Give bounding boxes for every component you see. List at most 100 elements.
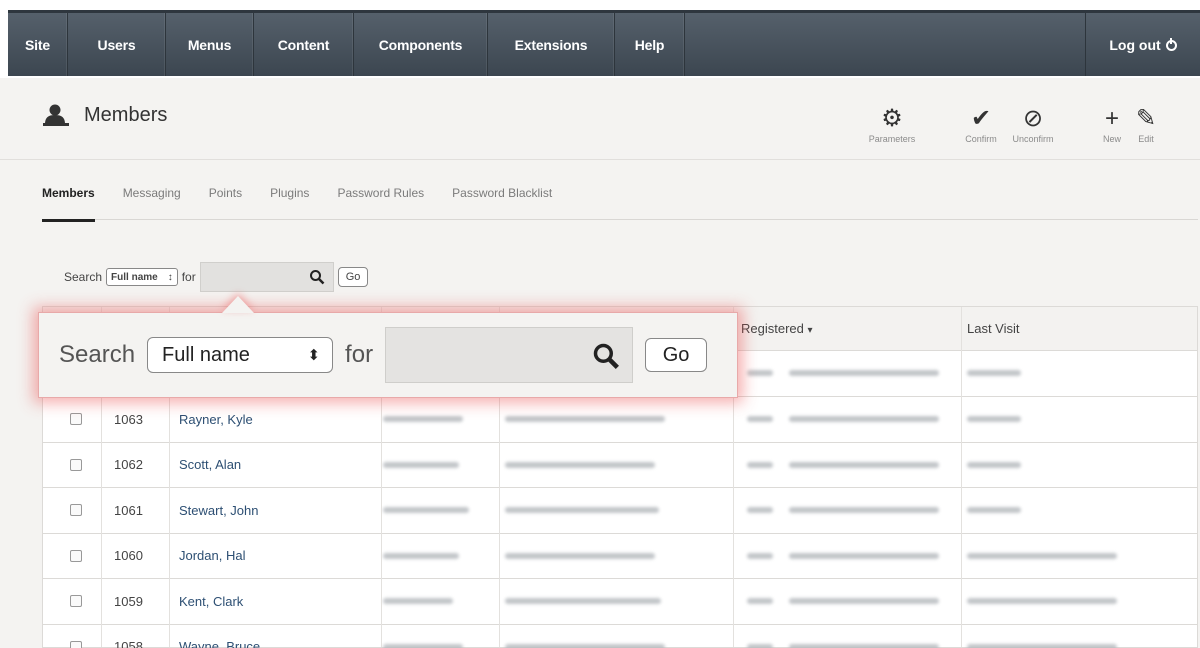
blurred-value [789, 552, 939, 559]
row-id: 1062 [114, 457, 143, 473]
row-name-link[interactable]: Rayner, Kyle [179, 397, 253, 442]
gear-icon: ⚙ [881, 105, 903, 132]
blurred-value [383, 416, 463, 423]
blurred-value [789, 461, 939, 468]
top-bar: Site Users Menus Content Components Exte… [0, 0, 1200, 78]
go-button[interactable]: Go [337, 267, 369, 287]
zoomed-search-form: Search Full name ⬍ for Go [59, 327, 708, 383]
search-icon [593, 343, 620, 369]
ban-icon: ⊘ [1022, 105, 1044, 132]
tab-messaging[interactable]: Messaging [123, 186, 181, 220]
search-input[interactable] [199, 262, 334, 292]
tab-password-rules[interactable]: Password Rules [337, 186, 424, 220]
pencil-icon: ✎ [1135, 105, 1157, 132]
user-icon [43, 104, 69, 126]
search-form: Search Full name ↕ for Go [64, 262, 369, 292]
zoomed-search-field-select[interactable]: Full name ⬍ [147, 337, 334, 373]
confirm-button[interactable]: ✔ Confirm [960, 104, 1002, 144]
blurred-value [747, 461, 773, 468]
for-label: for [181, 270, 196, 284]
blurred-value [505, 507, 659, 514]
row-checkbox[interactable] [70, 413, 82, 426]
row-id: 1058 [114, 639, 143, 648]
nav-item-menus[interactable]: Menus [166, 13, 254, 76]
tab-points[interactable]: Points [209, 186, 242, 220]
select-arrows-icon: ⬍ [307, 347, 321, 364]
search-field-select[interactable]: Full name ↕ [106, 268, 178, 286]
plus-icon: + [1104, 105, 1119, 132]
logout-button[interactable]: Log out [1086, 13, 1200, 76]
row-checkbox[interactable] [70, 458, 82, 471]
nav-item-components[interactable]: Components [354, 13, 488, 76]
row-checkbox[interactable] [70, 504, 82, 517]
blurred-value [383, 507, 469, 514]
zoomed-search-label: Search [59, 341, 136, 368]
table-row[interactable]: 1060 Jordan, Hal [43, 534, 1197, 579]
tab-plugins[interactable]: Plugins [270, 186, 309, 220]
tab-password-blacklist[interactable]: Password Blacklist [452, 186, 552, 220]
row-name-link[interactable]: Scott, Alan [179, 443, 241, 488]
parameters-button[interactable]: ⚙ Parameters [862, 104, 922, 144]
blurred-value [383, 552, 459, 559]
column-registered[interactable]: Registered ▾ [741, 321, 813, 336]
row-checkbox[interactable] [70, 640, 82, 648]
nav-item-users[interactable]: Users [68, 13, 166, 76]
blurred-value [967, 598, 1117, 605]
row-id: 1059 [114, 593, 143, 609]
zoomed-go-button[interactable]: Go [645, 338, 708, 372]
blurred-value [789, 643, 939, 648]
search-icon [309, 270, 325, 285]
blurred-value [747, 643, 773, 648]
blurred-value [789, 416, 939, 423]
new-button[interactable]: + New [1098, 104, 1126, 144]
tab-members[interactable]: Members [42, 186, 95, 222]
table-row[interactable]: 1059 Kent, Clark [43, 579, 1197, 625]
select-arrows-icon: ↕ [167, 271, 173, 283]
row-name-link[interactable]: Wayne, Bruce [179, 625, 260, 648]
row-checkbox[interactable] [70, 549, 82, 562]
checkmark-icon: ✔ [970, 105, 992, 132]
blurred-value [383, 598, 453, 605]
unconfirm-button[interactable]: ⊘ Unconfirm [1006, 104, 1060, 144]
row-name-link[interactable]: Jordan, Hal [179, 534, 245, 579]
table-row[interactable]: 1061 Stewart, John [43, 488, 1197, 534]
blurred-value [505, 461, 655, 468]
blurred-value [505, 416, 665, 423]
blurred-value [383, 643, 463, 648]
nav-item-help[interactable]: Help [615, 13, 685, 76]
row-id: 1063 [114, 411, 143, 427]
blurred-value [789, 507, 939, 514]
blurred-value [967, 507, 1021, 514]
page-title: Members [84, 104, 168, 126]
blurred-value [967, 461, 1021, 468]
row-checkbox[interactable] [70, 595, 82, 608]
sort-down-icon: ▾ [807, 325, 813, 336]
blurred-value [967, 416, 1021, 423]
blurred-value [789, 598, 939, 605]
nav-item-site[interactable]: Site [8, 13, 68, 76]
row-name-link[interactable]: Kent, Clark [179, 579, 243, 624]
search-label: Search [64, 270, 103, 284]
row-id: 1061 [114, 502, 143, 518]
blurred-value [747, 598, 773, 605]
blurred-value [747, 507, 773, 514]
blurred-value [967, 370, 1021, 377]
table-row[interactable]: 1062 Scott, Alan [43, 443, 1197, 488]
zoomed-search-input[interactable] [385, 327, 634, 383]
row-name-link[interactable]: Stewart, John [179, 488, 259, 533]
table-row[interactable]: 1063 Rayner, Kyle [43, 397, 1197, 443]
callout-pointer [222, 296, 254, 313]
blurred-value [505, 643, 665, 648]
power-icon [1165, 37, 1177, 51]
table-row[interactable]: 1058 Wayne, Bruce [43, 625, 1197, 648]
nav-spacer [685, 13, 1086, 76]
blurred-value [505, 552, 655, 559]
blurred-value [383, 461, 459, 468]
column-last-visit[interactable]: Last Visit [967, 321, 1020, 336]
nav-item-extensions[interactable]: Extensions [488, 13, 615, 76]
edit-button[interactable]: ✎ Edit [1132, 104, 1160, 144]
column-divider [961, 307, 962, 647]
blurred-value [789, 370, 939, 377]
nav-item-content[interactable]: Content [254, 13, 354, 76]
search-zoom-callout: Search Full name ⬍ for Go [38, 312, 738, 398]
